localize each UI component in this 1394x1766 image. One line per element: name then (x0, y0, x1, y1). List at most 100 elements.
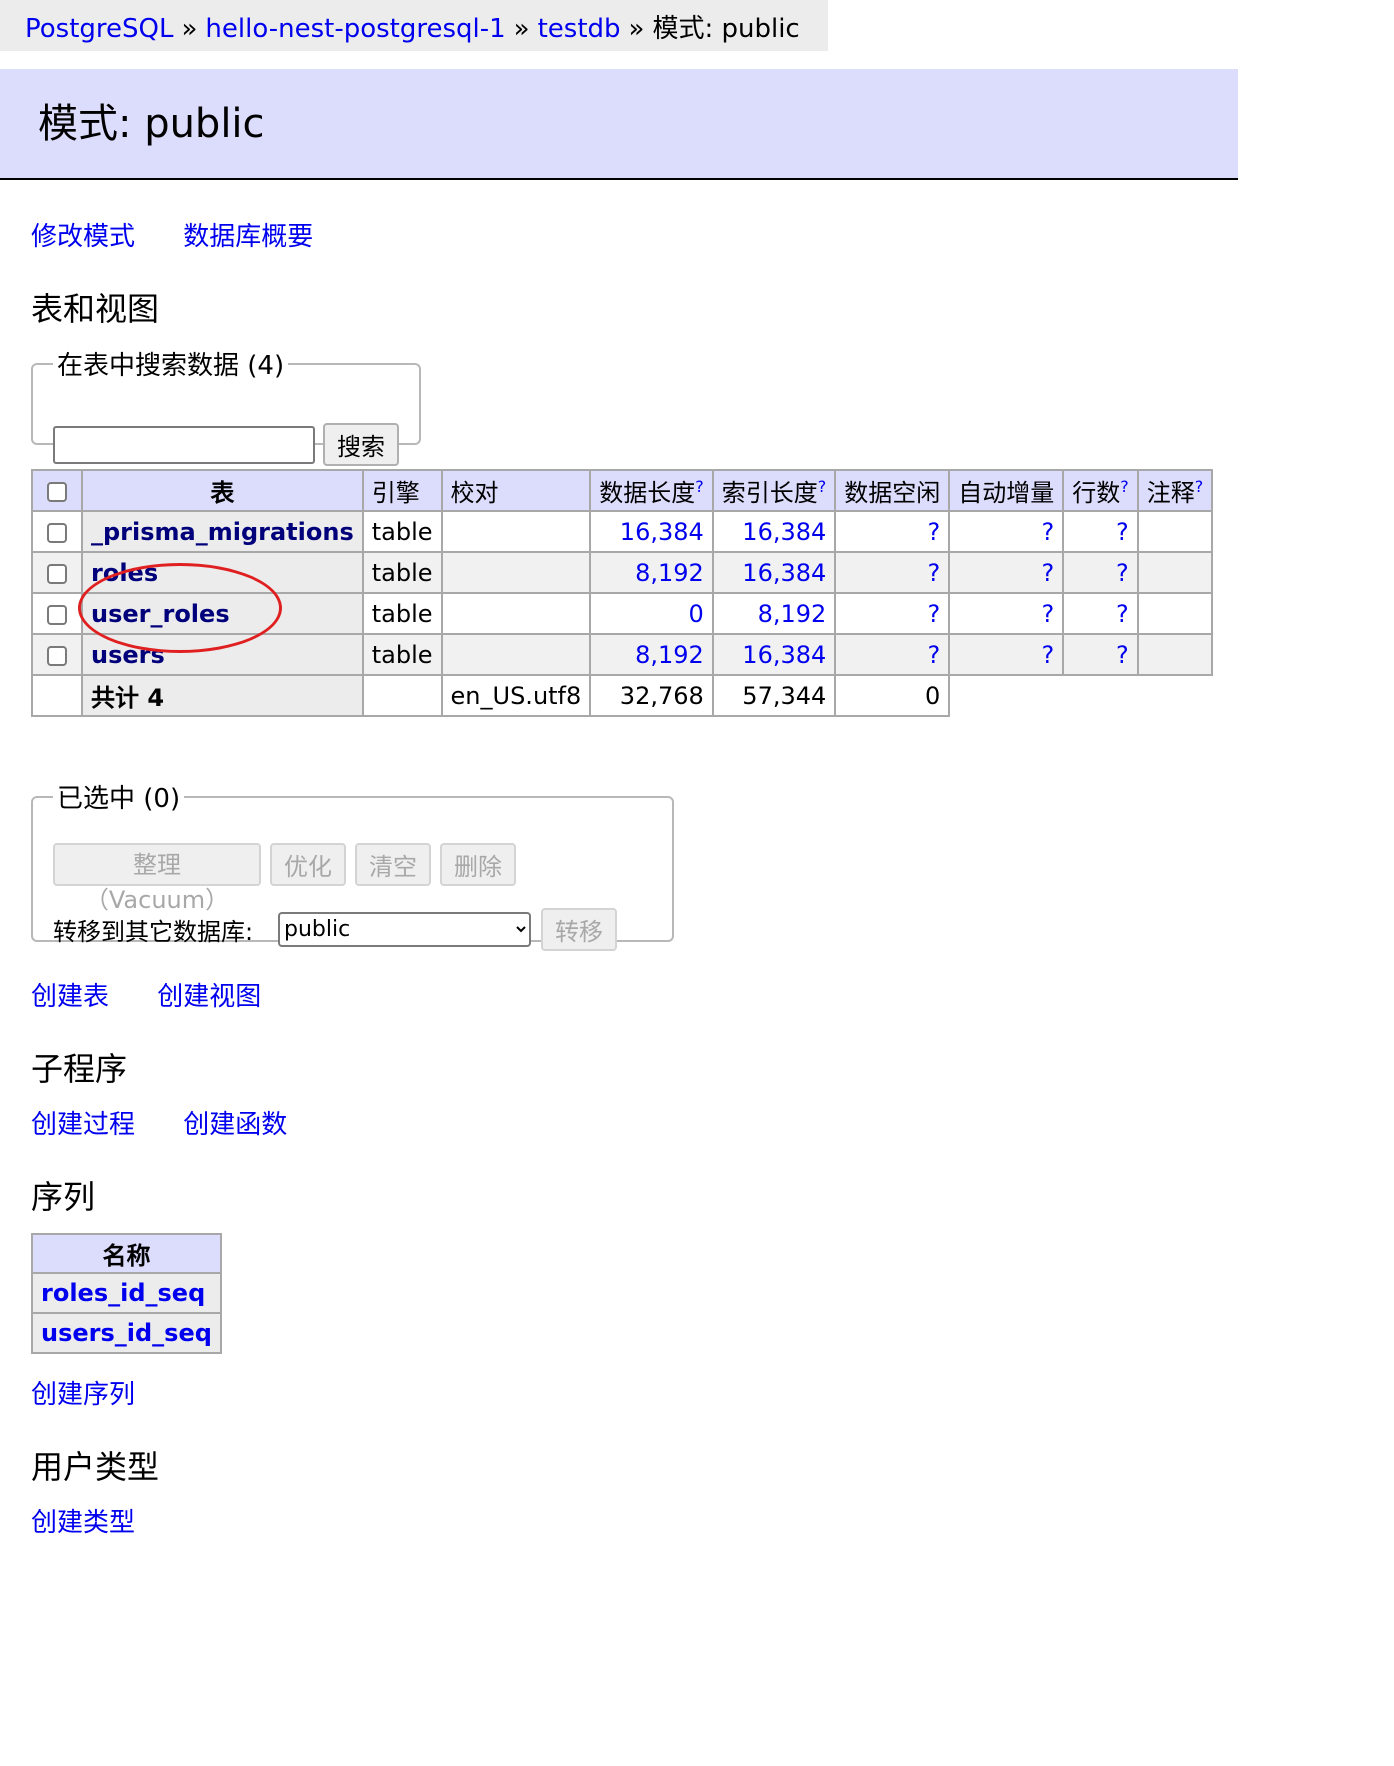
auto-increment-cell: ? (948, 510, 1065, 553)
sequence-cell: roles_id_seq (31, 1272, 222, 1314)
col-comment: 注释? (1136, 469, 1214, 512)
row-select-cell (31, 510, 83, 553)
data-length-cell: 0 (589, 592, 714, 635)
schema-links: 修改模式 数据库概要 (31, 216, 353, 253)
table-search-legend: 在表中搜索数据 (4) (57, 351, 285, 381)
index-length-link[interactable]: 16,384 (742, 641, 826, 669)
total-empty-cell (31, 674, 83, 717)
sequence-link[interactable]: roles_id_seq (41, 1279, 205, 1307)
row-checkbox[interactable] (47, 522, 67, 543)
total-blank (1063, 675, 1138, 716)
drop-button[interactable]: 删除 (440, 843, 516, 886)
data-length-link[interactable]: 0 (689, 600, 704, 628)
breadcrumb-link-database[interactable]: testdb (538, 14, 621, 44)
index-length-link[interactable]: 8,192 (758, 600, 827, 628)
data-free-cell: ? (834, 592, 951, 635)
create-table-links: 创建表 创建视图 (31, 976, 301, 1013)
row-checkbox[interactable] (47, 604, 67, 625)
table-row: _prisma_migrations table 16,384 16,384 ?… (31, 510, 1214, 553)
routines-section-title: 子程序 (31, 1050, 128, 1088)
index-length-cell: 8,192 (711, 592, 837, 635)
row-checkbox[interactable] (47, 563, 67, 584)
table-row: roles table 8,192 16,384 ? ? ? (31, 551, 1214, 594)
rows-cell: ? (1062, 551, 1139, 594)
sequences-header-row: 名称 (31, 1233, 222, 1274)
create-sequence-link[interactable]: 创建序列 (31, 1380, 135, 1410)
table-name-link[interactable]: _prisma_migrations (91, 518, 354, 546)
table-name-cell: users (81, 633, 364, 676)
alter-schema-link[interactable]: 修改模式 (31, 222, 135, 252)
index-length-link[interactable]: 16,384 (742, 518, 826, 546)
data-free-link[interactable]: ? (928, 518, 941, 546)
table-search-box: 在表中搜索数据 (4) 搜索 (31, 345, 421, 466)
comment-cell (1136, 510, 1214, 553)
help-link[interactable]: ? (1195, 477, 1204, 496)
col-comment-label: 注释 (1146, 479, 1195, 507)
auto-increment-link[interactable]: ? (1042, 518, 1055, 546)
data-length-cell: 16,384 (589, 510, 714, 553)
row-select-cell (31, 592, 83, 635)
sequence-name-header: 名称 (31, 1233, 222, 1274)
help-link[interactable]: ? (695, 477, 704, 496)
select-all-cell (31, 469, 83, 512)
vacuum-button[interactable]: 整理（Vacuum） (53, 843, 261, 914)
auto-increment-link[interactable]: ? (1042, 600, 1055, 628)
total-data-free: 0 (834, 674, 951, 717)
engine-cell: table (361, 592, 443, 635)
data-length-link[interactable]: 8,192 (635, 559, 704, 587)
rows-link[interactable]: ? (1116, 641, 1129, 669)
type-links: 创建类型 (31, 1502, 175, 1539)
table-row: users table 8,192 16,384 ? ? ? (31, 633, 1214, 676)
data-free-link[interactable]: ? (928, 641, 941, 669)
total-collation: en_US.utf8 (440, 674, 592, 717)
data-length-link[interactable]: 16,384 (620, 518, 704, 546)
table-name-link[interactable]: user_roles (91, 600, 230, 628)
breadcrumb-link-server[interactable]: PostgreSQL (25, 14, 173, 44)
sequence-links: 创建序列 (31, 1374, 175, 1411)
optimize-button[interactable]: 优化 (270, 843, 346, 886)
auto-increment-link[interactable]: ? (1042, 559, 1055, 587)
truncate-button[interactable]: 清空 (355, 843, 431, 886)
table-name-link[interactable]: users (91, 641, 165, 669)
user-types-section-title: 用户类型 (31, 1448, 160, 1486)
table-name-link[interactable]: roles (91, 559, 158, 587)
create-procedure-link[interactable]: 创建过程 (31, 1110, 135, 1140)
row-checkbox[interactable] (47, 645, 67, 666)
help-link[interactable]: ? (818, 477, 827, 496)
col-table: 表 (81, 469, 364, 512)
breadcrumb-separator: » (181, 14, 198, 44)
index-length-cell: 16,384 (711, 633, 837, 676)
create-table-link[interactable]: 创建表 (31, 982, 109, 1012)
help-link[interactable]: ? (1120, 477, 1129, 496)
rows-link[interactable]: ? (1116, 559, 1129, 587)
auto-increment-link[interactable]: ? (1042, 641, 1055, 669)
collation-cell (440, 633, 592, 676)
table-search-input[interactable] (53, 426, 315, 464)
breadcrumb-separator: » (628, 14, 645, 44)
select-all-checkbox[interactable] (47, 481, 67, 502)
create-type-link[interactable]: 创建类型 (31, 1508, 135, 1538)
data-length-link[interactable]: 8,192 (635, 641, 704, 669)
data-free-link[interactable]: ? (928, 600, 941, 628)
create-view-link[interactable]: 创建视图 (157, 982, 261, 1012)
index-length-cell: 16,384 (711, 551, 837, 594)
sequence-link[interactable]: users_id_seq (41, 1319, 212, 1347)
move-button[interactable]: 转移 (541, 908, 617, 951)
database-overview-link[interactable]: 数据库概要 (183, 222, 313, 252)
table-name-cell: roles (81, 551, 364, 594)
col-rows: 行数? (1062, 469, 1139, 512)
total-engine-cell (361, 674, 443, 717)
total-label: 共计 4 (81, 674, 364, 717)
rows-link[interactable]: ? (1116, 518, 1129, 546)
col-collation: 校对 (440, 469, 592, 512)
breadcrumb-link-container[interactable]: hello-nest-postgresql-1 (205, 14, 505, 44)
collation-cell (440, 551, 592, 594)
rows-cell: ? (1062, 592, 1139, 635)
rows-link[interactable]: ? (1116, 600, 1129, 628)
tables-section-title: 表和视图 (31, 290, 160, 328)
create-function-link[interactable]: 创建函数 (183, 1110, 287, 1140)
data-free-link[interactable]: ? (928, 559, 941, 587)
index-length-link[interactable]: 16,384 (742, 559, 826, 587)
move-target-select[interactable]: public (278, 912, 531, 947)
search-button[interactable]: 搜索 (323, 423, 399, 466)
